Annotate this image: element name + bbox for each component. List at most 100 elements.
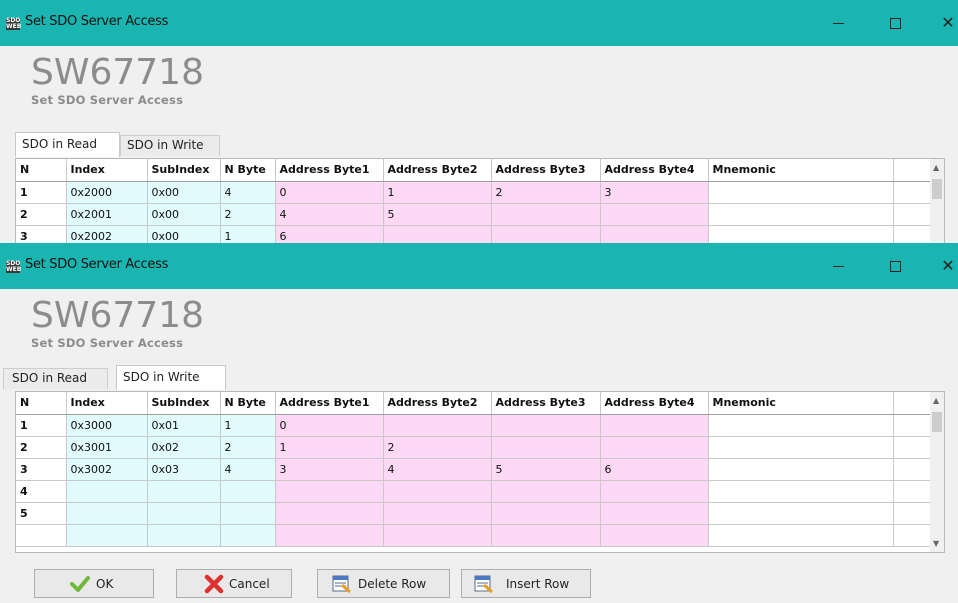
table-cell[interactable] (491, 225, 601, 243)
table-cell[interactable]: 0x3001 (66, 436, 148, 459)
scroll-thumb[interactable] (932, 412, 942, 432)
table-row[interactable]: 2 0x2001 0x00 2 4 5 (16, 203, 941, 226)
table-cell[interactable] (491, 203, 601, 226)
table-cell[interactable] (708, 458, 894, 481)
close-button[interactable]: ✕ (933, 10, 958, 36)
column-header[interactable]: Index (66, 159, 148, 182)
sdo-read-table[interactable]: N Index SubIndex N Byte Address Byte1 Address… (15, 158, 945, 243)
title-bar[interactable]: SDO WEB Set SDO Server Access ✕ (0, 0, 958, 46)
title-bar[interactable]: SDO WEB Set SDO Server Access ✕ (0, 243, 958, 289)
sdo-write-table[interactable]: N Index SubIndex N Byte Address Byte1 Address… (15, 391, 945, 553)
table-cell[interactable]: 1 (220, 414, 276, 437)
column-header[interactable]: Address Byte1 (275, 159, 384, 182)
table-row[interactable]: 5 (16, 502, 941, 525)
table-cell[interactable] (275, 524, 384, 547)
column-header[interactable]: Address Byte2 (383, 159, 492, 182)
table-cell[interactable] (220, 502, 276, 525)
delete-row-button[interactable]: Delete Row (317, 569, 450, 598)
table-cell[interactable]: 4 (275, 203, 384, 226)
table-cell[interactable] (383, 225, 492, 243)
table-cell[interactable]: 4 (220, 458, 276, 481)
close-button[interactable]: ✕ (933, 253, 958, 279)
scroll-up-icon[interactable]: ▲ (933, 396, 939, 405)
table-cell[interactable] (66, 502, 148, 525)
table-cell[interactable] (600, 436, 709, 459)
table-cell[interactable]: 1 (220, 225, 276, 243)
column-header[interactable]: Address Byte3 (491, 159, 601, 182)
ok-button[interactable]: OK (34, 569, 154, 598)
table-cell[interactable] (600, 203, 709, 226)
column-header[interactable]: Address Byte2 (383, 392, 492, 415)
table-cell[interactable] (600, 524, 709, 547)
scroll-down-icon[interactable]: ▼ (933, 539, 939, 548)
table-cell[interactable] (383, 502, 492, 525)
table-cell[interactable] (66, 524, 148, 547)
table-cell[interactable]: 0x01 (147, 414, 221, 437)
column-header[interactable]: N (16, 392, 67, 415)
table-cell[interactable] (491, 502, 601, 525)
table-cell[interactable]: 5 (383, 203, 492, 226)
column-header[interactable]: N (16, 159, 67, 182)
table-cell[interactable]: 0x03 (147, 458, 221, 481)
table-cell[interactable]: 1 (275, 436, 384, 459)
tab-sdo-in-write[interactable]: SDO in Write (116, 365, 226, 390)
vertical-scrollbar[interactable]: ▲ (930, 159, 944, 243)
table-cell[interactable]: 0x02 (147, 436, 221, 459)
table-cell[interactable]: 0x3000 (66, 414, 148, 437)
vertical-scrollbar[interactable]: ▲ ▼ (930, 392, 944, 552)
insert-row-button[interactable]: Insert Row (461, 569, 591, 598)
table-row[interactable] (16, 524, 941, 547)
table-cell[interactable] (220, 480, 276, 503)
table-cell[interactable] (708, 436, 894, 459)
column-header[interactable]: Mnemonic (708, 159, 894, 182)
minimize-button[interactable] (823, 253, 853, 279)
table-cell[interactable] (383, 414, 492, 437)
column-header[interactable]: N Byte (220, 159, 276, 182)
table-row[interactable]: 3 0x3002 0x03 4 3 4 5 6 (16, 458, 941, 481)
scroll-thumb[interactable] (932, 179, 942, 199)
table-cell[interactable]: 0x3002 (66, 458, 148, 481)
table-cell[interactable] (600, 502, 709, 525)
table-cell[interactable] (600, 480, 709, 503)
tab-sdo-in-read[interactable]: SDO in Read (15, 132, 120, 157)
cancel-button[interactable]: Cancel (176, 569, 292, 598)
table-cell[interactable]: 2 (491, 181, 601, 204)
table-cell[interactable] (708, 480, 894, 503)
scroll-up-icon[interactable]: ▲ (933, 163, 939, 172)
table-cell[interactable] (600, 414, 709, 437)
table-cell[interactable]: 0x00 (147, 181, 221, 204)
table-cell[interactable]: 6 (275, 225, 384, 243)
table-cell[interactable]: 0x00 (147, 203, 221, 226)
table-cell[interactable]: 4 (383, 458, 492, 481)
table-row[interactable]: 4 (16, 480, 941, 503)
table-row[interactable]: 2 0x3001 0x02 2 1 2 (16, 436, 941, 459)
table-cell[interactable]: 5 (491, 458, 601, 481)
table-cell[interactable] (491, 436, 601, 459)
table-cell[interactable] (383, 480, 492, 503)
maximize-button[interactable] (880, 253, 910, 279)
table-cell[interactable] (66, 480, 148, 503)
table-row[interactable]: 1 0x2000 0x00 4 0 1 2 3 (16, 181, 941, 204)
table-cell[interactable]: 2 (220, 203, 276, 226)
tab-sdo-in-write[interactable]: SDO in Write (120, 135, 220, 156)
table-cell[interactable]: 2 (383, 436, 492, 459)
column-header[interactable]: SubIndex (147, 159, 221, 182)
table-cell[interactable]: 3 (600, 181, 709, 204)
column-header[interactable]: Address Byte4 (600, 159, 709, 182)
tab-sdo-in-read[interactable]: SDO in Read (3, 368, 108, 389)
table-cell[interactable] (600, 225, 709, 243)
table-cell[interactable] (383, 524, 492, 547)
column-header[interactable]: Address Byte1 (275, 392, 384, 415)
column-header[interactable]: Mnemonic (708, 392, 894, 415)
table-cell[interactable] (220, 524, 276, 547)
minimize-button[interactable] (823, 10, 853, 36)
table-cell[interactable] (708, 225, 894, 243)
table-cell[interactable] (708, 502, 894, 525)
table-cell[interactable]: 4 (220, 181, 276, 204)
table-cell[interactable]: 3 (275, 458, 384, 481)
table-cell[interactable] (491, 414, 601, 437)
table-cell[interactable] (147, 502, 221, 525)
column-header[interactable]: SubIndex (147, 392, 221, 415)
table-cell[interactable]: 0 (275, 181, 384, 204)
table-cell[interactable]: 0x00 (147, 225, 221, 243)
